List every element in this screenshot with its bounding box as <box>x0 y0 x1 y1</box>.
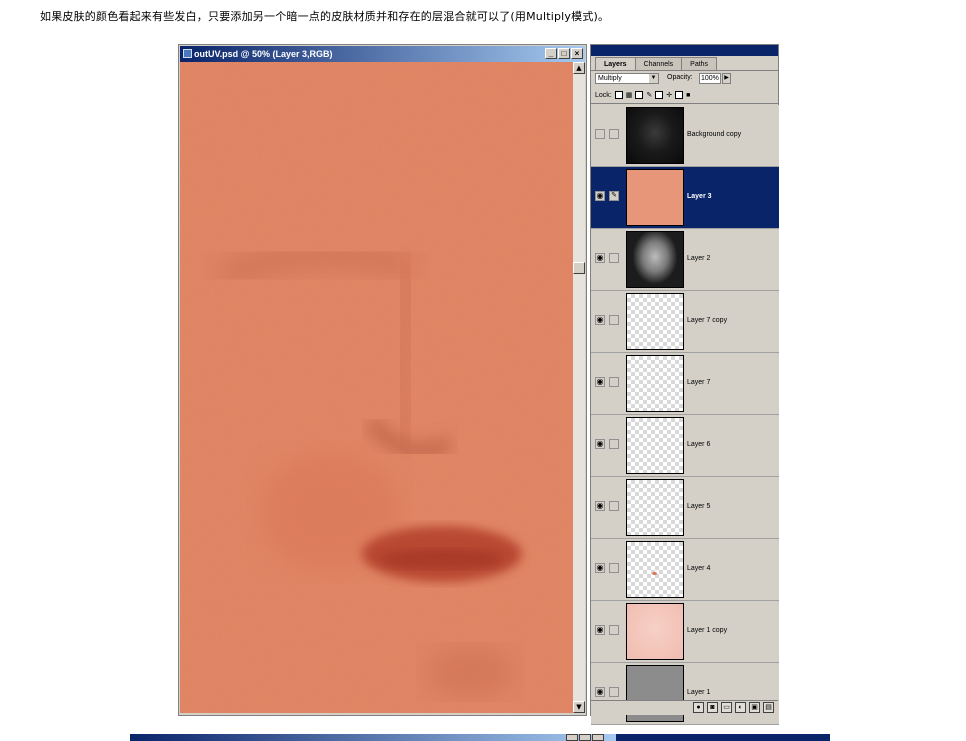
next-panel-titlebar <box>616 734 830 741</box>
eye-icon[interactable]: ◉ <box>595 501 605 511</box>
document-window[interactable]: outUV.psd @ 50% (Layer 3,RGB) _ □ × ▲ ▼ <box>178 44 587 716</box>
link-icon[interactable] <box>609 439 619 449</box>
opacity-input[interactable]: 100% <box>699 73 721 84</box>
layer-row[interactable]: ◉ Layer 6 <box>591 415 779 477</box>
tab-layers[interactable]: Layers <box>595 57 636 71</box>
layer-row[interactable]: ◉ Layer 7 <box>591 353 779 415</box>
link-icon[interactable] <box>609 377 619 387</box>
layer-style-icon[interactable]: ● <box>693 702 704 713</box>
blend-mode-value: Multiply <box>598 75 622 82</box>
eye-icon[interactable]: ◉ <box>595 377 605 387</box>
panel-titlebar[interactable] <box>591 45 778 56</box>
photoshop-doc-icon <box>183 49 192 58</box>
layer-name: Layer 7 <box>687 379 711 386</box>
eye-icon[interactable] <box>595 129 605 139</box>
scroll-thumb[interactable] <box>573 262 585 274</box>
eye-icon[interactable]: ◉ <box>595 563 605 573</box>
document-title: outUV.psd @ 50% (Layer 3,RGB) <box>194 49 333 59</box>
caption-text: 如果皮肤的颜色看起来有些发白，只要添加另一个暗一点的皮肤材质并和存在的层混合就可… <box>40 10 610 23</box>
lock-icon: ■ <box>686 91 691 99</box>
layer-row[interactable]: ◉ Layer 2 <box>591 229 779 291</box>
layer-row[interactable]: ◉ Layer 4 <box>591 539 779 601</box>
tab-paths[interactable]: Paths <box>681 57 718 71</box>
transparency-lock-icon: ▦ <box>625 92 633 99</box>
opacity-arrow-icon[interactable]: ▶ <box>722 73 731 84</box>
blend-mode-select[interactable]: Multiply ▼ <box>595 73 659 84</box>
minimize-button[interactable]: _ <box>545 48 557 59</box>
close-button[interactable]: × <box>571 48 583 59</box>
lock-all-checkbox[interactable] <box>675 91 684 99</box>
lock-position-checkbox[interactable] <box>655 91 664 99</box>
layer-thumbnail[interactable] <box>626 355 684 412</box>
layer-name: Layer 1 copy <box>687 627 728 634</box>
new-layer-icon[interactable]: ▣ <box>749 702 760 713</box>
link-icon[interactable] <box>609 687 619 697</box>
document-titlebar[interactable]: outUV.psd @ 50% (Layer 3,RGB) _ □ × <box>180 46 585 62</box>
eye-icon[interactable]: ◉ <box>595 687 605 697</box>
adjustment-layer-icon[interactable]: ◐ <box>735 702 746 713</box>
maximize-button[interactable]: □ <box>558 48 570 59</box>
tab-channels[interactable]: Channels <box>634 57 683 71</box>
layer-thumbnail[interactable] <box>626 293 684 350</box>
layer-name: Layer 2 <box>687 255 711 262</box>
panel-bottom-bar: ● ◙ ▭ ◐ ▣ ▤ <box>591 700 778 715</box>
layer-thumbnail[interactable] <box>626 169 684 226</box>
scroll-down-arrow-icon[interactable]: ▼ <box>573 701 585 713</box>
opacity-label: Opacity: <box>667 74 693 81</box>
layer-row[interactable]: ◉ Layer 5 <box>591 477 779 539</box>
layer-name: Layer 6 <box>687 441 711 448</box>
eye-icon[interactable]: ◉ <box>595 625 605 635</box>
layer-name: Layer 4 <box>687 565 711 572</box>
eye-icon[interactable]: ◉ <box>595 315 605 325</box>
skin-texture-image <box>180 62 574 713</box>
move-icon: ✛ <box>666 92 673 99</box>
eye-icon[interactable]: ◉ <box>595 253 605 263</box>
layer-row[interactable]: ◉ Layer 1 <box>591 663 779 725</box>
layer-name: Layer 5 <box>687 503 711 510</box>
vertical-scrollbar[interactable]: ▲ ▼ <box>573 62 585 713</box>
link-icon[interactable] <box>609 315 619 325</box>
layer-thumbnail[interactable] <box>626 107 684 164</box>
brush-icon: ✎ <box>646 92 653 99</box>
link-icon[interactable] <box>609 625 619 635</box>
lock-image-checkbox[interactable] <box>635 91 644 99</box>
brush-icon[interactable]: ✎ <box>609 191 619 201</box>
lock-label: Lock: <box>595 91 612 99</box>
layer-thumbnail[interactable] <box>626 417 684 474</box>
next-window-buttons <box>566 734 604 741</box>
layer-row[interactable]: ◉ Layer 1 copy <box>591 601 779 663</box>
eye-icon[interactable]: ◉ <box>595 191 605 201</box>
image-canvas[interactable] <box>180 62 574 713</box>
link-icon[interactable] <box>609 563 619 573</box>
chevron-down-icon: ▼ <box>649 74 658 83</box>
add-mask-icon[interactable]: ◙ <box>707 702 718 713</box>
layers-panel: Layers Channels Paths Multiply ▼ Opacity… <box>590 44 779 725</box>
layer-list: Background copy ◉ ✎ Layer 3 ◉ Layer 2 ◉ Layer 7… <box>591 105 779 725</box>
eye-icon[interactable]: ◉ <box>595 439 605 449</box>
layer-thumbnail[interactable] <box>626 231 684 288</box>
lock-transparency-checkbox[interactable] <box>614 91 623 99</box>
layer-row[interactable]: ◉ ✎ Layer 3 <box>591 167 779 229</box>
new-set-icon[interactable]: ▭ <box>721 702 732 713</box>
layer-name: Layer 7 copy <box>687 317 728 324</box>
link-icon[interactable] <box>609 129 619 139</box>
layer-row[interactable]: ◉ Layer 7 copy <box>591 291 779 353</box>
link-icon[interactable] <box>609 501 619 511</box>
layer-thumbnail[interactable] <box>626 603 684 660</box>
layer-name: Layer 1 <box>687 689 711 696</box>
layer-name: Background copy <box>687 131 742 138</box>
next-window-titlebar <box>130 734 616 741</box>
layer-name: Layer 3 <box>687 193 712 200</box>
layer-thumbnail[interactable] <box>626 541 684 598</box>
layer-row[interactable]: Background copy <box>591 105 779 167</box>
trash-icon[interactable]: ▤ <box>763 702 774 713</box>
layer-thumbnail[interactable] <box>626 479 684 536</box>
link-icon[interactable] <box>609 253 619 263</box>
scroll-up-arrow-icon[interactable]: ▲ <box>573 62 585 74</box>
